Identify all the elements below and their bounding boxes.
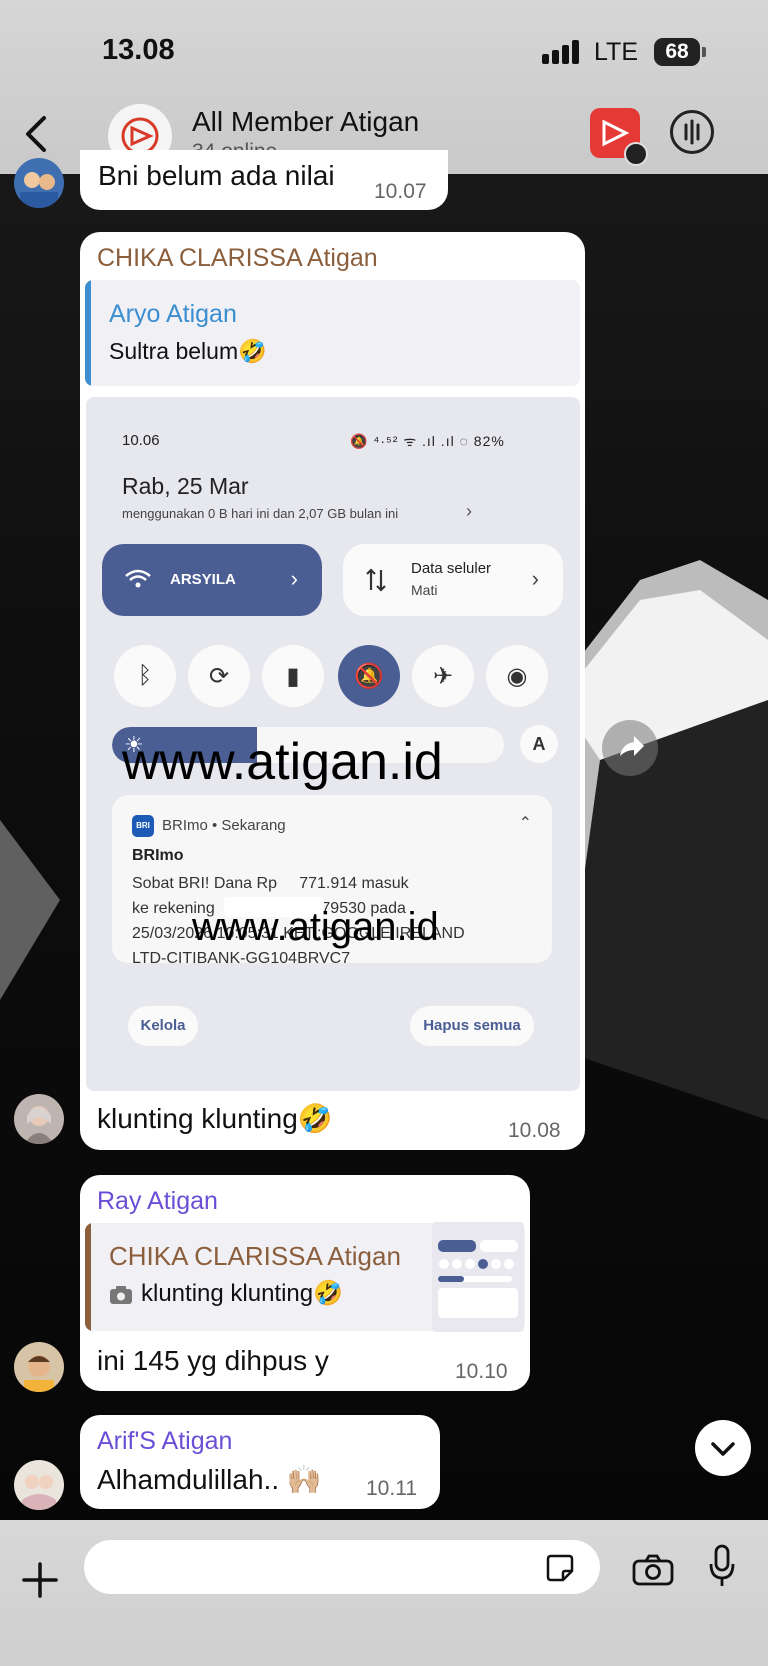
message-text: Alhamdulillah.. 🙌🏼 [97, 1464, 322, 1495]
bluetooth-icon: ᛒ [114, 645, 176, 707]
sender-name[interactable]: Arif'S Atigan [97, 1427, 232, 1456]
watermark: www.atigan.id [192, 905, 439, 949]
shot-date: Rab, 25 Mar [122, 473, 249, 499]
shot-clear-all-button: Hapus semua [410, 1006, 534, 1046]
airplane-icon: ✈ [412, 645, 474, 707]
sticker-button[interactable] [545, 1553, 575, 1583]
shot-wifi-label: ARSYILA [170, 571, 236, 588]
camera-button[interactable] [632, 1554, 674, 1586]
avatar[interactable] [14, 1460, 64, 1510]
microphone-button[interactable] [708, 1544, 736, 1590]
shot-status-time: 10.06 [122, 432, 160, 449]
soundwave-icon [684, 119, 700, 145]
community-badge-button[interactable] [590, 108, 648, 166]
shot-auto-brightness: A [520, 725, 558, 763]
reply-text: Sultra belum🤣 [109, 338, 267, 364]
message-time: 10.10 [455, 1360, 508, 1383]
reply-bar [85, 280, 91, 386]
reply-sender: Aryo Atigan [109, 300, 237, 328]
back-button[interactable] [18, 110, 58, 158]
wifi-icon [125, 569, 151, 588]
sender-name[interactable]: CHIKA CLARISSA Atigan [97, 244, 378, 273]
chevron-left-icon [26, 116, 46, 152]
chevron-right-icon: › [466, 501, 472, 521]
message-time: 10.07 [374, 180, 427, 203]
shot-data-label: Data seluler [411, 560, 492, 577]
user-photo-icon [20, 172, 58, 208]
message-text: Bni belum ada nilai [98, 160, 335, 191]
avatar[interactable] [14, 1094, 64, 1144]
shot-data-tile: Data seluler Mati › [343, 544, 563, 616]
message-text: ini 145 yg dihpus y [97, 1345, 329, 1376]
brimo-app-icon: BRI [132, 815, 154, 837]
chevron-up-icon: ⌃ [518, 815, 532, 832]
chevron-down-icon [711, 1442, 735, 1456]
shot-status-icons: 🔕 ⁴·⁵² ᯤ .ıl .ıl ◌ 82% [350, 433, 505, 449]
status-time: 13.08 [102, 34, 175, 66]
attached-screenshot[interactable]: 10.06 🔕 ⁴·⁵² ᯤ .ıl .ıl ◌ 82% Rab, 25 Mar… [86, 397, 580, 1091]
reply-bar [85, 1223, 91, 1331]
shot-data-state: Mati [411, 582, 438, 598]
scroll-to-bottom-button[interactable] [695, 1420, 751, 1476]
chevron-right-icon: › [290, 566, 298, 591]
chevron-right-icon: › [531, 566, 539, 591]
sender-name[interactable]: Ray Atigan [97, 1187, 218, 1216]
user-photo-icon [24, 1106, 54, 1144]
flashlight-icon: ▮ [262, 645, 324, 707]
attach-button[interactable] [20, 1560, 60, 1600]
rotate-icon: ⟳ [188, 645, 250, 707]
screenshot-thumbnail-icon [438, 1240, 518, 1318]
user-photo-icon [24, 1355, 54, 1392]
plus-icon [22, 1562, 58, 1598]
message-text: klunting klunting🤣 [97, 1103, 333, 1134]
composer-bar [0, 1520, 768, 1666]
shot-manage-button: Kelola [128, 1006, 198, 1046]
shot-data-usage: menggunakan 0 B hari ini dan 2,07 GB bul… [122, 506, 399, 521]
message-bubble[interactable]: Arif'S Atigan Alhamdulillah.. 🙌🏼 10.11 [80, 1415, 440, 1509]
camera-icon [109, 1285, 133, 1305]
forward-button[interactable] [602, 720, 658, 776]
battery-icon: 68 [654, 38, 706, 66]
message-time: 10.08 [508, 1119, 561, 1142]
reply-text: klunting klunting🤣 [141, 1280, 343, 1307]
avatar[interactable] [14, 158, 64, 208]
reply-thumbnail [432, 1222, 524, 1332]
reply-preview[interactable]: Aryo Atigan Sultra belum🤣 [85, 280, 580, 386]
group-title[interactable]: All Member Atigan [192, 106, 419, 138]
chevron-down-icon [624, 142, 648, 166]
hotspot-icon: ◉ [486, 645, 548, 707]
user-photo-icon [22, 1475, 56, 1510]
signal-icon [542, 40, 582, 64]
mobile-data-icon [366, 568, 386, 592]
chat-header: 13.08 LTE 68 All Member Atigan 34 online [0, 0, 768, 174]
sticker-icon [546, 1554, 574, 1582]
reply-sender: CHIKA CLARISSA Atigan [109, 1241, 401, 1271]
network-type: LTE [594, 38, 638, 66]
microphone-icon [709, 1544, 735, 1586]
watermark: www.atigan.id [122, 733, 443, 791]
message-input[interactable] [84, 1540, 600, 1594]
message-time: 10.11 [366, 1477, 417, 1500]
message-bubble[interactable]: Bni belum ada nilai 10.07 [80, 150, 448, 210]
notif-title: BRImo [132, 847, 184, 864]
share-arrow-icon [620, 736, 644, 756]
avatar[interactable] [14, 1342, 64, 1392]
mute-bell-icon: 🔕 [338, 645, 400, 707]
camera-icon [632, 1554, 674, 1586]
shot-wifi-tile: ARSYILA › [102, 544, 322, 616]
notif-app: BRImo • Sekarang [162, 817, 286, 834]
voice-chat-button[interactable] [670, 110, 714, 154]
